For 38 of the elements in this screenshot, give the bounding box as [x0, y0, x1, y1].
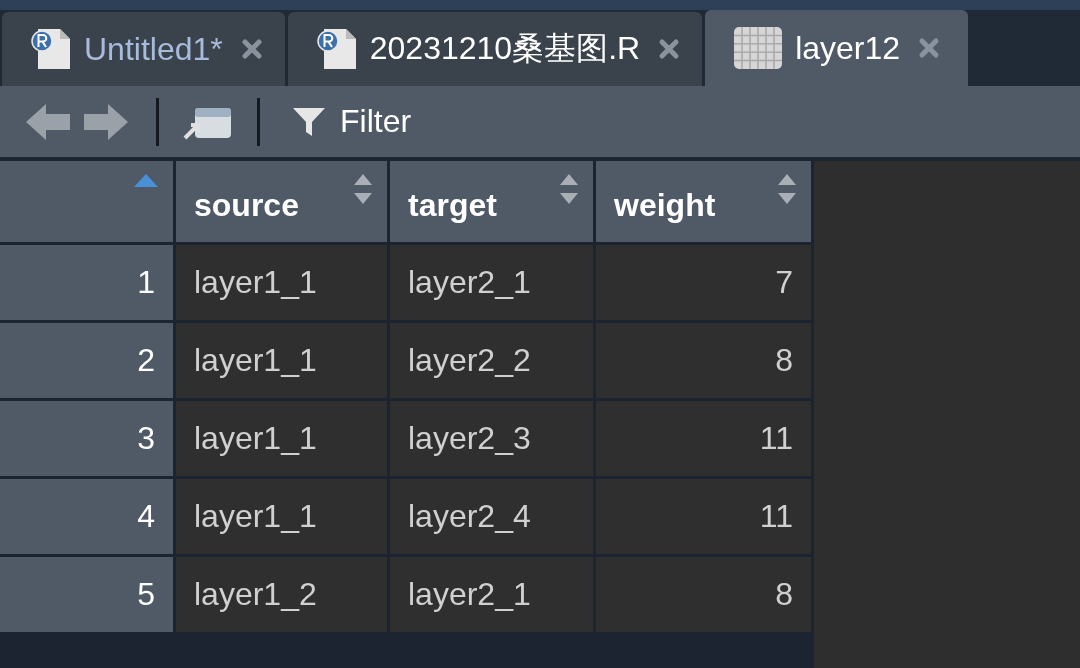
- table-icon: [733, 26, 784, 70]
- sort-icon[interactable]: [353, 173, 373, 205]
- table-cell: layer1_1: [176, 323, 387, 398]
- row-number: 1: [0, 245, 173, 320]
- tab[interactable]: layer12: [705, 10, 969, 86]
- table-cell: layer1_1: [176, 479, 387, 554]
- table-cell: layer2_2: [390, 323, 593, 398]
- sort-icon[interactable]: [559, 173, 579, 205]
- table-cell: 8: [596, 323, 811, 398]
- row-number: 4: [0, 479, 173, 554]
- table-cell: layer2_3: [390, 401, 593, 476]
- row-number: 2: [0, 323, 173, 398]
- r-file-icon: [30, 27, 72, 71]
- table-cell: 11: [596, 479, 811, 554]
- table-cell: layer1_1: [176, 401, 387, 476]
- row-number: 5: [0, 557, 173, 632]
- table-cell: layer2_1: [390, 245, 593, 320]
- column-header[interactable]: source: [176, 161, 387, 242]
- close-icon[interactable]: [240, 38, 263, 60]
- tab[interactable]: Untitled1*: [2, 12, 285, 86]
- filter-button[interactable]: Filter: [284, 103, 420, 140]
- table-cell: layer1_1: [176, 245, 387, 320]
- table-cell: 11: [596, 401, 811, 476]
- r-file-icon: [315, 27, 358, 71]
- filter-icon: [292, 105, 326, 138]
- sort-ascending-icon[interactable]: [133, 173, 159, 189]
- close-icon[interactable]: [658, 38, 681, 60]
- column-header[interactable]: target: [390, 161, 593, 242]
- table-cell: layer1_2: [176, 557, 387, 632]
- table-cell: 7: [596, 245, 811, 320]
- table-cell: layer2_4: [390, 479, 593, 554]
- table-cell: layer2_1: [390, 557, 593, 632]
- table-cell: 8: [596, 557, 811, 632]
- sort-icon[interactable]: [777, 173, 797, 205]
- tab[interactable]: 20231210桑基图.R: [287, 12, 703, 86]
- column-header[interactable]: weight: [596, 161, 811, 242]
- row-number: 3: [0, 401, 173, 476]
- close-icon[interactable]: [918, 37, 941, 59]
